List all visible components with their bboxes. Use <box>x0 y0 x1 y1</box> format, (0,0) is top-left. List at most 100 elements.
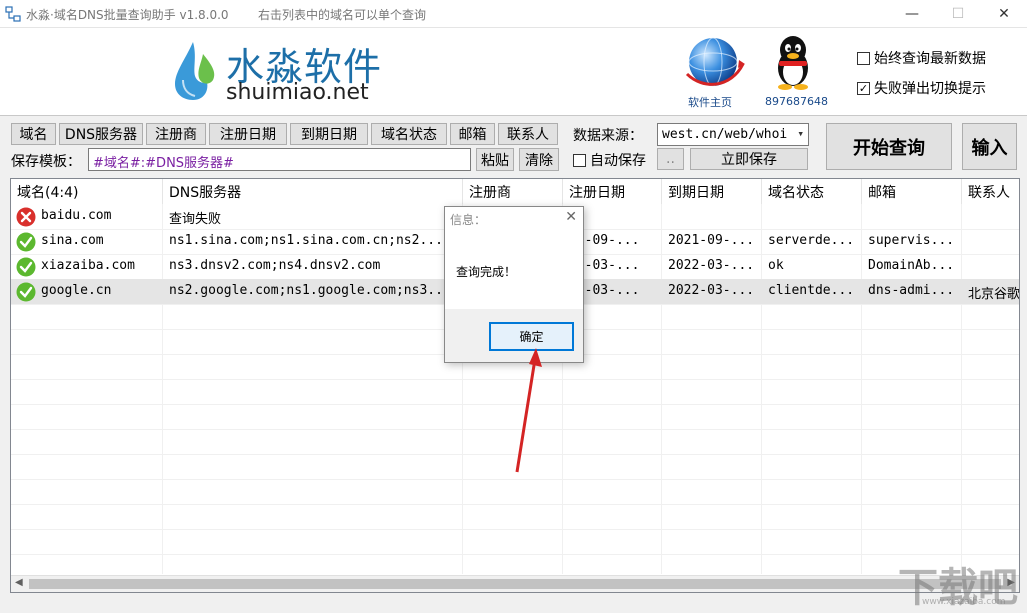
column-header-email[interactable]: 邮箱 <box>862 179 962 204</box>
cell-email: supervis... <box>868 233 955 248</box>
header-banner: 水淼软件 shuimiao.net 软件主页 897687648 始终查询最新数… <box>0 28 1027 116</box>
qq-penguin-icon[interactable] <box>771 34 815 90</box>
maximize-button: ☐ <box>935 0 981 28</box>
save-now-label: 立即保存 <box>721 152 777 168</box>
paste-label: 粘贴 <box>481 152 509 169</box>
field-button-label: 邮箱 <box>458 127 487 143</box>
dialog-body: 查询完成！ <box>445 231 583 309</box>
field-button-label: DNS服务器 <box>64 127 138 143</box>
cell-expire-date: 2022-03-... <box>668 258 755 273</box>
dialog-ok-label: 确定 <box>519 330 544 344</box>
cell-expire-date: 2021-09-... <box>668 233 755 248</box>
field-button-label: 注册商 <box>155 127 197 143</box>
checkmark-icon: ✓ <box>857 81 870 95</box>
qq-number[interactable]: 897687648 <box>765 95 828 108</box>
logo-text-en: shuimiao.net <box>226 80 369 105</box>
autosave-label: 自动保存 <box>590 153 646 169</box>
water-drop-logo-icon <box>175 42 215 100</box>
home-link[interactable]: 软件主页 <box>688 94 732 110</box>
horizontal-scrollbar[interactable]: ◀ ▶ <box>11 575 1019 592</box>
row-divider <box>11 529 1019 530</box>
cell-dns: ns2.google.com;ns1.google.com;ns3... <box>169 283 451 298</box>
cell-expire-date: 2022-03-... <box>668 283 755 298</box>
close-button[interactable]: ✕ <box>981 0 1027 28</box>
field-button-registrar[interactable]: 注册商 <box>146 123 206 145</box>
dialog-title: 信息： <box>450 213 487 227</box>
cell-dns: ns3.dnsv2.com;ns4.dnsv2.com <box>169 258 381 273</box>
clear-button[interactable]: 清除 <box>519 148 559 171</box>
field-button-status[interactable]: 域名状态 <box>371 123 447 145</box>
fail-prompt-label: 失败弹出切换提示 <box>874 81 986 97</box>
success-check-icon <box>16 232 36 252</box>
cell-status: serverde... <box>768 233 855 248</box>
minimize-button[interactable]: — <box>889 0 935 28</box>
start-query-button[interactable]: 开始查询 <box>826 123 952 170</box>
cell-domain: google.cn <box>41 283 112 298</box>
field-button-label: 域名 <box>19 127 48 143</box>
row-divider <box>11 504 1019 505</box>
app-icon <box>5 6 21 22</box>
always-latest-checkbox[interactable]: 始终查询最新数据 <box>857 48 986 68</box>
field-button-email[interactable]: 邮箱 <box>450 123 495 145</box>
scrollbar-thumb[interactable] <box>29 579 1001 589</box>
input-button[interactable]: 输入 <box>962 123 1017 170</box>
save-now-button[interactable]: 立即保存 <box>690 148 808 170</box>
minimize-icon: — <box>905 6 919 22</box>
field-button-dns[interactable]: DNS服务器 <box>59 123 143 145</box>
column-header-reg-date[interactable]: 注册日期 <box>563 179 662 204</box>
column-header-dns[interactable]: DNS服务器 <box>163 179 463 204</box>
browse-label: .. <box>666 151 675 167</box>
field-button-contact[interactable]: 联系人 <box>498 123 558 145</box>
error-x-icon <box>16 207 36 227</box>
column-header-domain[interactable]: 域名(4:4) <box>11 179 163 204</box>
template-input[interactable]: #域名#:#DNS服务器# <box>88 148 471 171</box>
column-header-expire-date[interactable]: 到期日期 <box>662 179 762 204</box>
autosave-checkbox[interactable]: 自动保存 <box>573 150 646 170</box>
column-header-status[interactable]: 域名状态 <box>762 179 862 204</box>
cell-domain: xiazaiba.com <box>41 258 135 273</box>
column-header-contact[interactable]: 联系人 <box>962 179 1019 204</box>
source-select[interactable]: west.cn/web/whoi ▾ <box>657 123 809 146</box>
browse-button[interactable]: .. <box>657 148 684 170</box>
field-button-label: 注册日期 <box>220 127 276 143</box>
info-dialog: 信息： ✕ 查询完成！ 确定 <box>444 206 584 363</box>
cell-email: dns-admi... <box>868 283 955 298</box>
cell-domain: sina.com <box>41 233 104 248</box>
maximize-icon: ☐ <box>951 6 965 22</box>
checkbox-empty-icon <box>573 153 586 167</box>
field-button-reg-date[interactable]: 注册日期 <box>209 123 287 145</box>
cell-status: clientde... <box>768 283 855 298</box>
dialog-close-icon[interactable]: ✕ <box>565 209 577 225</box>
field-button-domain[interactable]: 域名 <box>11 123 56 145</box>
cell-status: ok <box>768 258 784 273</box>
scroll-left-icon[interactable]: ◀ <box>15 577 23 588</box>
success-check-icon <box>16 282 36 302</box>
field-button-expire-date[interactable]: 到期日期 <box>290 123 368 145</box>
cell-dns: ns1.sina.com;ns1.sina.com.cn;ns2... <box>169 233 443 248</box>
field-button-label: 到期日期 <box>301 127 357 143</box>
chevron-down-icon: ▾ <box>797 127 804 140</box>
checkbox-empty-icon <box>857 51 870 65</box>
dialog-titlebar: 信息： ✕ <box>445 207 583 231</box>
cell-contact: 北京谷歌 <box>968 287 1019 302</box>
dialog-message: 查询完成！ <box>456 265 517 279</box>
cell-domain: baidu.com <box>41 208 112 223</box>
input-label: 输入 <box>971 137 1008 159</box>
watermark-url: www.xiazaiba.com <box>922 597 1006 607</box>
red-arrow-annotation <box>515 348 542 473</box>
source-value: west.cn/web/whoi <box>662 127 788 142</box>
paste-button[interactable]: 粘贴 <box>476 148 514 171</box>
fail-prompt-checkbox[interactable]: ✓ 失败弹出切换提示 <box>857 78 986 98</box>
field-button-label: 联系人 <box>507 127 549 143</box>
globe-icon[interactable] <box>683 34 745 92</box>
row-divider <box>11 554 1019 555</box>
title-bar: 水淼·域名DNS批量查询助手 v1.8.0.0 右击列表中的域名可以单个查询 —… <box>0 0 1027 28</box>
source-label: 数据来源： <box>573 128 643 144</box>
cell-dns: 查询失败 <box>169 212 222 227</box>
column-header-registrar[interactable]: 注册商 <box>463 179 563 204</box>
clear-label: 清除 <box>525 152 553 169</box>
field-button-label: 域名状态 <box>381 127 437 143</box>
always-latest-label: 始终查询最新数据 <box>874 51 986 67</box>
template-label: 保存模板： <box>11 154 81 170</box>
window-title: 水淼·域名DNS批量查询助手 v1.8.0.0 <box>26 8 229 22</box>
